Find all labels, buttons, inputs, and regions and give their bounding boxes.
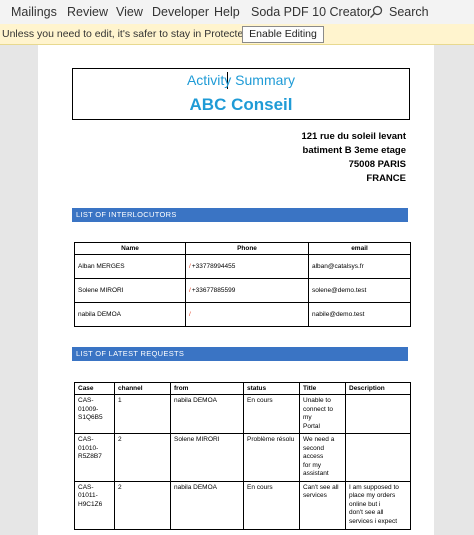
section-interlocutors: LIST OF INTERLOCUTORS bbox=[72, 208, 408, 222]
interlocutor-phone-cell: /+33677885599 bbox=[185, 278, 309, 303]
request-from: nabila DEMOA bbox=[170, 394, 244, 434]
table-header-row: Case channel from status Title Descripti… bbox=[74, 382, 411, 395]
case-id: CAS-01010- R5Z8B7 bbox=[74, 433, 115, 482]
column-header: Title bbox=[299, 382, 346, 395]
menu-view[interactable]: View bbox=[116, 5, 143, 19]
request-title: Unable to connect to my Portal bbox=[299, 394, 346, 434]
address-line: FRANCE bbox=[366, 173, 406, 184]
request-title: We need a second access for my assistant bbox=[299, 433, 346, 482]
slash-mark: / bbox=[189, 287, 191, 294]
column-header: email bbox=[308, 242, 411, 255]
document-page: Activity Summary ABC Conseil 121 rue du … bbox=[38, 45, 434, 535]
request-description bbox=[345, 433, 411, 482]
address-line: batiment B 3eme etage bbox=[302, 145, 406, 156]
search-label[interactable]: Search bbox=[389, 5, 429, 19]
request-channel: 2 bbox=[114, 433, 171, 482]
menu-soda-pdf[interactable]: Soda PDF 10 Creator bbox=[251, 5, 371, 19]
protected-view-bar: Unless you need to edit, it's safer to s… bbox=[0, 24, 474, 45]
case-id: CAS-01011- H9C1Z6 bbox=[74, 480, 115, 530]
slash-mark: / bbox=[189, 311, 191, 318]
section-requests: LIST OF LATEST REQUESTS bbox=[72, 347, 408, 361]
interlocutor-name: Alban MERGES bbox=[74, 254, 186, 279]
search-icon[interactable] bbox=[369, 5, 383, 19]
title-box: Activity Summary ABC Conseil bbox=[72, 68, 410, 120]
table-row: nabila DEMOA / nabile@demo.test bbox=[74, 302, 411, 327]
interlocutor-email: nabile@demo.test bbox=[308, 302, 411, 327]
request-channel: 1 bbox=[114, 394, 171, 434]
address-line: 121 rue du soleil levant bbox=[301, 131, 406, 142]
interlocutor-phone: +33778994455 bbox=[191, 263, 236, 270]
column-header: channel bbox=[114, 382, 171, 395]
case-id: CAS-01009- S1Q6B5 bbox=[74, 394, 115, 434]
interlocutor-phone: +33677885599 bbox=[191, 287, 236, 294]
column-header: Case bbox=[74, 382, 115, 395]
interlocutors-table: Name Phone email Alban MERGES /+33778994… bbox=[74, 242, 411, 327]
column-header: Name bbox=[74, 242, 186, 255]
interlocutor-phone-cell: /+33778994455 bbox=[185, 254, 309, 279]
column-header: status bbox=[243, 382, 300, 395]
interlocutor-email: alban@catalsys.fr bbox=[308, 254, 411, 279]
requests-table: Case channel from status Title Descripti… bbox=[74, 382, 411, 530]
request-from: nabila DEMOA bbox=[170, 480, 244, 530]
interlocutor-name: nabila DEMOA bbox=[74, 302, 186, 327]
menu-review[interactable]: Review bbox=[67, 5, 108, 19]
slash-mark: / bbox=[189, 263, 191, 270]
request-status: Problème résolu bbox=[243, 433, 300, 482]
document-title[interactable]: Activity Summary bbox=[73, 72, 409, 88]
request-title: Can't see all services bbox=[299, 480, 346, 530]
menu-help[interactable]: Help bbox=[214, 5, 240, 19]
request-channel: 2 bbox=[114, 480, 171, 530]
column-header: from bbox=[170, 382, 244, 395]
column-header: Description bbox=[345, 382, 411, 395]
table-row: Alban MERGES /+33778994455 alban@catalsy… bbox=[74, 254, 411, 279]
interlocutor-phone-cell: / bbox=[185, 302, 309, 327]
ribbon-menu-bar: Mailings Review View Developer Help Soda… bbox=[0, 0, 474, 24]
menu-developer[interactable]: Developer bbox=[152, 5, 209, 19]
menu-mailings[interactable]: Mailings bbox=[11, 5, 57, 19]
address-block: 121 rue du soleil levant batiment B 3eme… bbox=[301, 130, 406, 186]
interlocutor-email: solene@demo.test bbox=[308, 278, 411, 303]
column-header: Phone bbox=[185, 242, 309, 255]
request-status: En cours bbox=[243, 480, 300, 530]
request-status: En cours bbox=[243, 394, 300, 434]
address-line: 75008 PARIS bbox=[348, 159, 406, 170]
protected-view-message: Unless you need to edit, it's safer to s… bbox=[2, 28, 277, 40]
table-row: CAS-01009- S1Q6B5 1 nabila DEMOA En cour… bbox=[74, 394, 411, 434]
company-name[interactable]: ABC Conseil bbox=[73, 95, 409, 115]
request-from: Solene MIRORI bbox=[170, 433, 244, 482]
table-header-row: Name Phone email bbox=[74, 242, 411, 255]
table-row: CAS-01010- R5Z8B7 2 Solene MIRORI Problè… bbox=[74, 433, 411, 482]
enable-editing-button[interactable]: Enable Editing bbox=[242, 26, 324, 43]
table-row: CAS-01011- H9C1Z6 2 nabila DEMOA En cour… bbox=[74, 480, 411, 530]
table-row: Solene MIRORI /+33677885599 solene@demo.… bbox=[74, 278, 411, 303]
request-description bbox=[345, 394, 411, 434]
interlocutor-name: Solene MIRORI bbox=[74, 278, 186, 303]
request-description: I am supposed to place my orders online … bbox=[345, 480, 411, 530]
